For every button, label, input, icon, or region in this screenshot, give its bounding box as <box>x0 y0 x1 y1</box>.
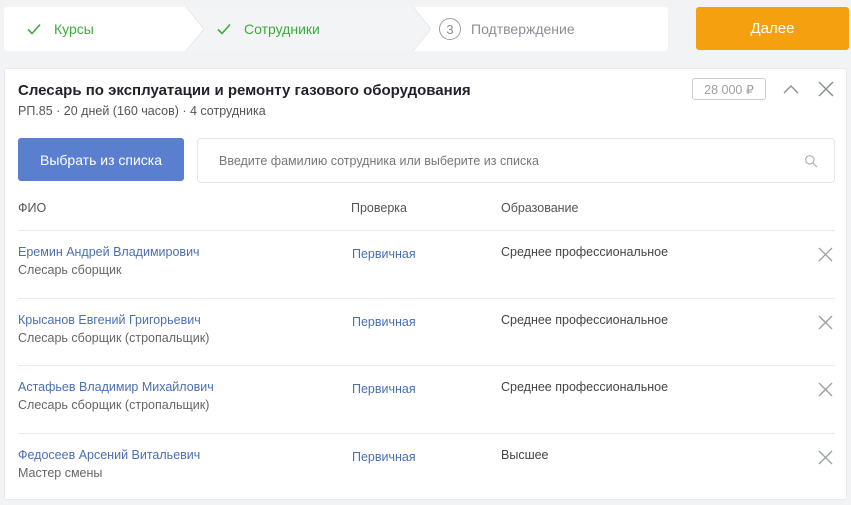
education: Среднее профессиональное <box>501 313 669 327</box>
close-icon[interactable] <box>818 81 834 97</box>
check-type[interactable]: Первичная <box>352 247 416 261</box>
table-row: Астафьев Владимир Михайлович Слесарь сбо… <box>18 365 835 433</box>
step-confirmation[interactable]: 3 Подтверждение <box>413 7 668 51</box>
course-title: Слесарь по эксплуатации и ремонту газово… <box>18 82 471 99</box>
search-input[interactable] <box>198 138 804 183</box>
column-header-check: Проверка <box>351 201 407 215</box>
employee-name[interactable]: Еремин Андрей Владимирович <box>18 245 200 259</box>
employee-position: Слесарь сборщик (стропальщик) <box>18 398 210 412</box>
close-icon[interactable] <box>818 247 833 262</box>
course-card: Слесарь по эксплуатации и ремонту газово… <box>4 68 847 500</box>
check-icon <box>27 23 41 35</box>
select-from-list-button[interactable]: Выбрать из списка <box>18 138 184 181</box>
course-meta: РП.85 · 20 дней (160 часов) · 4 сотрудни… <box>18 104 266 118</box>
close-icon[interactable] <box>818 450 833 465</box>
employee-name[interactable]: Астафьев Владимир Михайлович <box>18 380 214 394</box>
check-type[interactable]: Первичная <box>352 315 416 329</box>
employee-position: Мастер смены <box>18 466 103 480</box>
table-row: Федосеев Арсений Витальевич Мастер смены… <box>18 433 835 501</box>
close-icon[interactable] <box>818 315 833 330</box>
step-number: 3 <box>439 18 461 40</box>
column-header-name: ФИО <box>18 201 47 215</box>
step-employees[interactable]: Сотрудники <box>186 7 413 51</box>
column-header-education: Образование <box>501 201 579 215</box>
check-type[interactable]: Первичная <box>352 382 416 396</box>
step-courses[interactable]: Курсы <box>4 7 186 51</box>
employee-position: Слесарь сборщик <box>18 263 122 277</box>
employee-search <box>197 138 835 183</box>
close-icon[interactable] <box>818 382 833 397</box>
steps-bar: Курсы Сотрудники 3 Подтверждение <box>4 7 668 51</box>
step-divider <box>413 7 431 51</box>
check-type[interactable]: Первичная <box>352 450 416 464</box>
step-label: Подтверждение <box>471 21 575 37</box>
chevron-up-icon[interactable] <box>782 81 800 99</box>
step-label: Курсы <box>54 21 94 37</box>
education: Высшее <box>501 448 549 462</box>
education: Среднее профессиональное <box>501 380 669 394</box>
education: Среднее профессиональное <box>501 245 669 259</box>
employee-name[interactable]: Федосеев Арсений Витальевич <box>18 448 200 462</box>
step-label: Сотрудники <box>244 21 320 37</box>
search-icon[interactable] <box>804 154 818 168</box>
table-row: Крысанов Евгений Григорьевич Слесарь сбо… <box>18 298 835 366</box>
check-icon <box>217 23 231 35</box>
next-button[interactable]: Далее <box>696 7 849 50</box>
table-row: Еремин Андрей Владимирович Слесарь сборщ… <box>18 230 835 298</box>
step-divider <box>186 7 204 51</box>
employee-name[interactable]: Крысанов Евгений Григорьевич <box>18 313 201 327</box>
price-badge: 28 000 ₽ <box>692 78 766 100</box>
employee-position: Слесарь сборщик (стропальщик) <box>18 331 210 345</box>
